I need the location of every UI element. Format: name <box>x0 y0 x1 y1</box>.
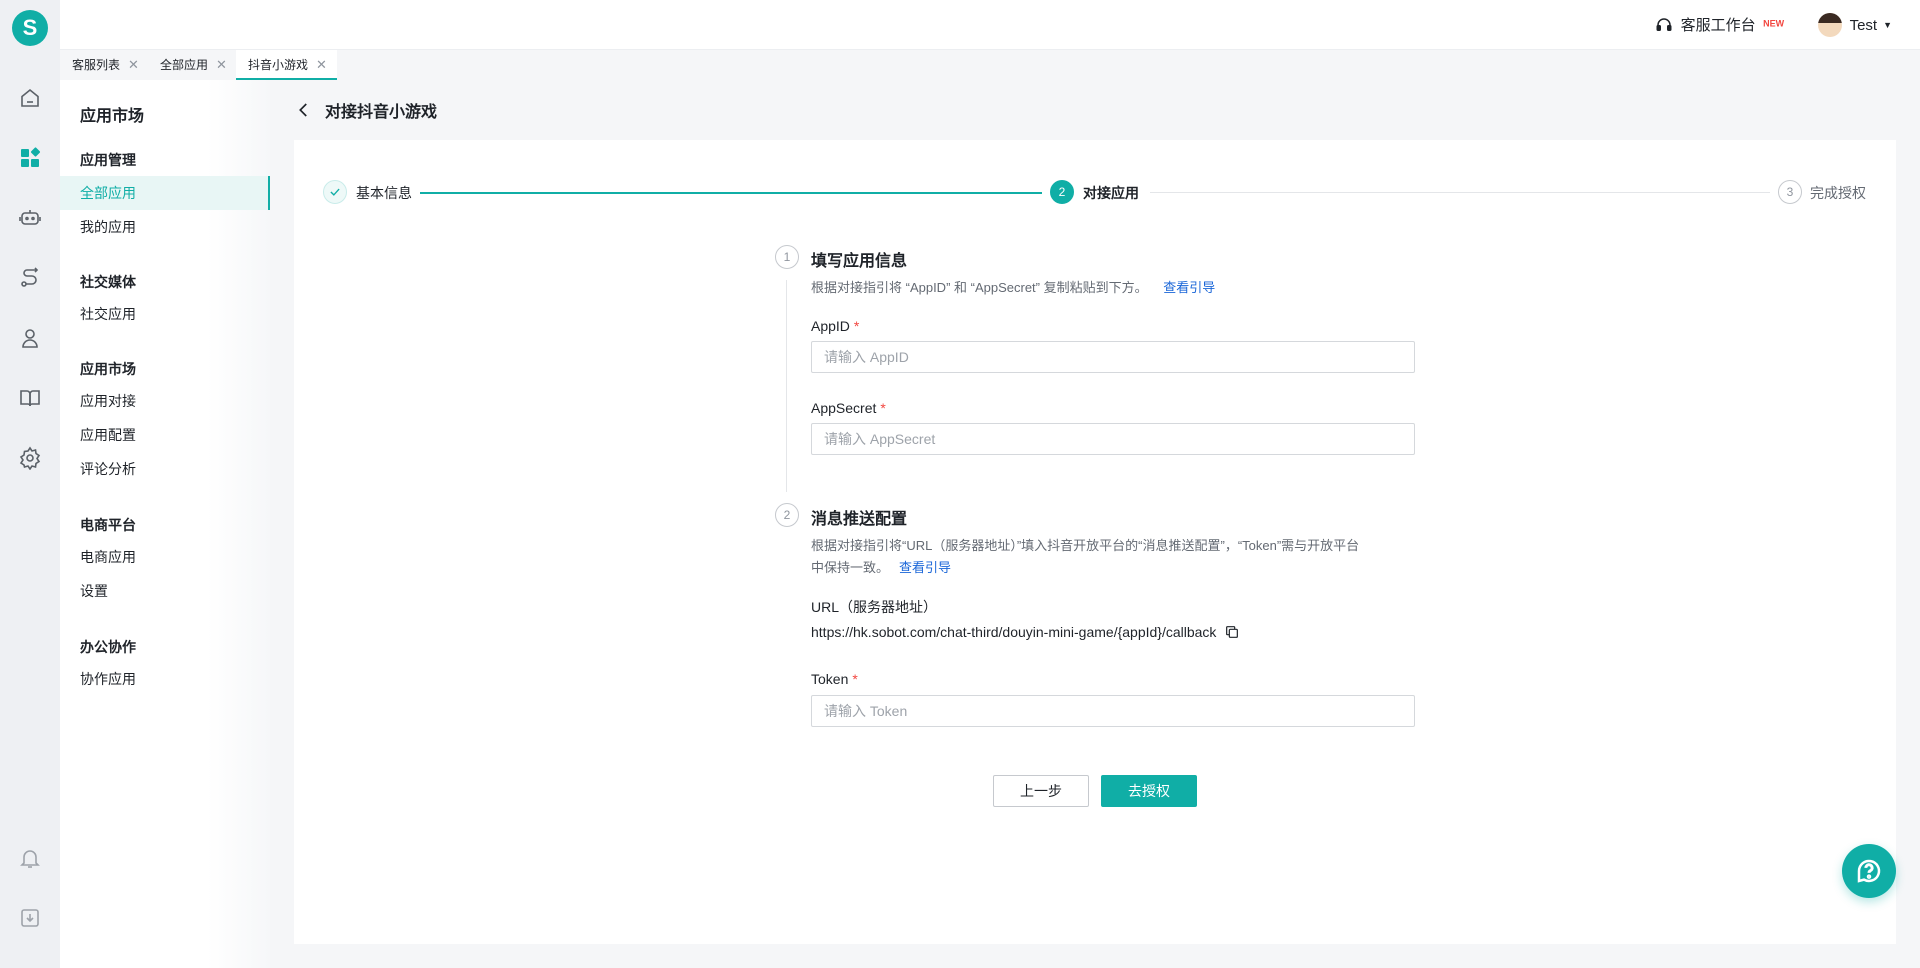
group-title-social-media: 社交媒体 <box>80 274 136 290</box>
home-icon[interactable] <box>18 86 42 110</box>
workbench-link[interactable]: 客服工作台 NEW <box>1655 14 1785 35</box>
sidebar-item-my-apps[interactable]: 我的应用 <box>60 210 270 244</box>
copy-icon[interactable] <box>1224 624 1240 640</box>
step-number-pending: 3 <box>1778 180 1802 204</box>
users-icon[interactable] <box>18 326 42 350</box>
sidebar-item-ecommerce-apps[interactable]: 电商应用 <box>60 540 270 574</box>
section-divider <box>786 280 787 492</box>
tab-label: 全部应用 <box>160 58 209 72</box>
sidebar-item-app-config[interactable]: 应用配置 <box>60 418 270 452</box>
user-name: Test <box>1849 16 1878 34</box>
bell-icon[interactable] <box>18 846 42 870</box>
description-text: 根据对接指引将 “AppID” 和 “AppSecret” 复制粘贴到下方。 <box>811 280 1148 295</box>
label-text: AppID <box>811 318 850 334</box>
apps-icon[interactable] <box>18 146 42 170</box>
tab-customer-list[interactable]: 客服列表 ✕ <box>60 50 148 80</box>
section-number: 2 <box>775 503 799 527</box>
question-icon <box>1857 859 1881 883</box>
sidebar-item-settings[interactable]: 设置 <box>60 574 270 608</box>
close-icon[interactable]: ✕ <box>128 57 139 72</box>
group-title-office: 办公协作 <box>80 639 136 655</box>
view-guide-link[interactable]: 查看引导 <box>1163 280 1215 295</box>
step-done-icon <box>323 180 347 204</box>
section-description: 根据对接指引将 “AppID” 和 “AppSecret” 复制粘贴到下方。 查… <box>811 277 1215 299</box>
token-label: Token * <box>811 671 858 687</box>
section-number: 1 <box>775 245 799 269</box>
tab-label: 抖音小游戏 <box>248 58 309 72</box>
appid-label: AppID * <box>811 318 859 334</box>
description-text: 中保持一致。 <box>811 560 890 575</box>
step-label-connect-app: 对接应用 <box>1083 185 1139 201</box>
back-arrow-icon[interactable] <box>295 101 313 119</box>
label-text: Token <box>811 671 849 687</box>
page-title: 对接抖音小游戏 <box>325 104 438 121</box>
close-icon[interactable]: ✕ <box>216 57 227 72</box>
authorize-button[interactable]: 去授权 <box>1101 775 1197 807</box>
new-badge: NEW <box>1762 19 1784 30</box>
close-icon[interactable]: ✕ <box>316 57 327 72</box>
label-text: AppSecret <box>811 400 877 416</box>
page-header: 对接抖音小游戏 <box>295 98 437 122</box>
secondary-sidebar: 应用市场 应用管理 全部应用 我的应用 社交媒体 社交应用 应用市场 应用对接 … <box>60 80 270 968</box>
section-title-app-info: 填写应用信息 <box>811 253 908 270</box>
route-icon[interactable] <box>18 266 42 290</box>
download-icon[interactable] <box>18 906 42 930</box>
headset-icon <box>1656 17 1672 31</box>
sidebar-title: 应用市场 <box>80 108 145 125</box>
appsecret-input[interactable] <box>811 423 1415 455</box>
section-description: 根据对接指引将“URL（服务器地址）”填入抖音开放平台的“消息推送配置”，“To… <box>811 535 1431 579</box>
tab-bar: 客服列表 ✕ 全部应用 ✕ 抖音小游戏 ✕ <box>60 50 1920 80</box>
section-title-message-push: 消息推送配置 <box>811 511 908 528</box>
sidebar-item-all-apps[interactable]: 全部应用 <box>60 176 270 210</box>
workbench-label: 客服工作台 <box>1680 17 1756 34</box>
required-mark: * <box>852 671 858 687</box>
caret-down-icon: ▼ <box>1883 20 1892 30</box>
appsecret-label: AppSecret * <box>811 400 886 416</box>
token-input[interactable] <box>811 695 1415 727</box>
group-title-ecommerce: 电商平台 <box>80 517 136 533</box>
view-guide-link[interactable]: 查看引导 <box>899 560 951 575</box>
step-label-finish-auth: 完成授权 <box>1810 185 1866 201</box>
book-icon[interactable] <box>18 386 42 410</box>
sidebar-item-app-integration[interactable]: 应用对接 <box>60 384 270 418</box>
prev-step-button[interactable]: 上一步 <box>993 775 1089 807</box>
left-rail: S <box>0 0 60 968</box>
url-value-row: https://hk.sobot.com/chat-third/douyin-m… <box>811 624 1240 640</box>
sidebar-item-comment-analysis[interactable]: 评论分析 <box>60 452 270 486</box>
gear-icon[interactable] <box>18 446 42 471</box>
url-label: URL（服务器地址） <box>811 599 938 615</box>
tab-label: 客服列表 <box>72 58 121 72</box>
avatar <box>1817 13 1842 37</box>
top-header: 客服工作台 NEW Test ▼ <box>60 0 1920 50</box>
group-title-app-management: 应用管理 <box>80 152 136 168</box>
required-mark: * <box>853 318 860 334</box>
robot-icon[interactable] <box>18 206 42 230</box>
appid-input[interactable] <box>811 341 1415 373</box>
url-value: https://hk.sobot.com/chat-third/douyin-m… <box>811 624 1217 640</box>
tab-douyin-mini-game[interactable]: 抖音小游戏 ✕ <box>236 50 337 80</box>
user-menu[interactable]: Test ▼ <box>1817 13 1892 37</box>
description-text: 根据对接指引将“URL（服务器地址）”填入抖音开放平台的“消息推送配置”，“To… <box>811 538 1360 553</box>
required-mark: * <box>880 400 886 416</box>
step-connector <box>420 192 1042 194</box>
tab-all-apps[interactable]: 全部应用 ✕ <box>148 50 236 80</box>
step-label-basic-info: 基本信息 <box>356 185 412 201</box>
sidebar-item-collab-apps[interactable]: 协作应用 <box>60 662 270 696</box>
step-number-active: 2 <box>1050 180 1074 204</box>
logo[interactable]: S <box>12 10 48 46</box>
group-title-app-market: 应用市场 <box>80 361 136 377</box>
step-connector <box>1150 192 1770 193</box>
help-button[interactable] <box>1842 844 1896 898</box>
sidebar-item-social-apps[interactable]: 社交应用 <box>60 297 270 331</box>
